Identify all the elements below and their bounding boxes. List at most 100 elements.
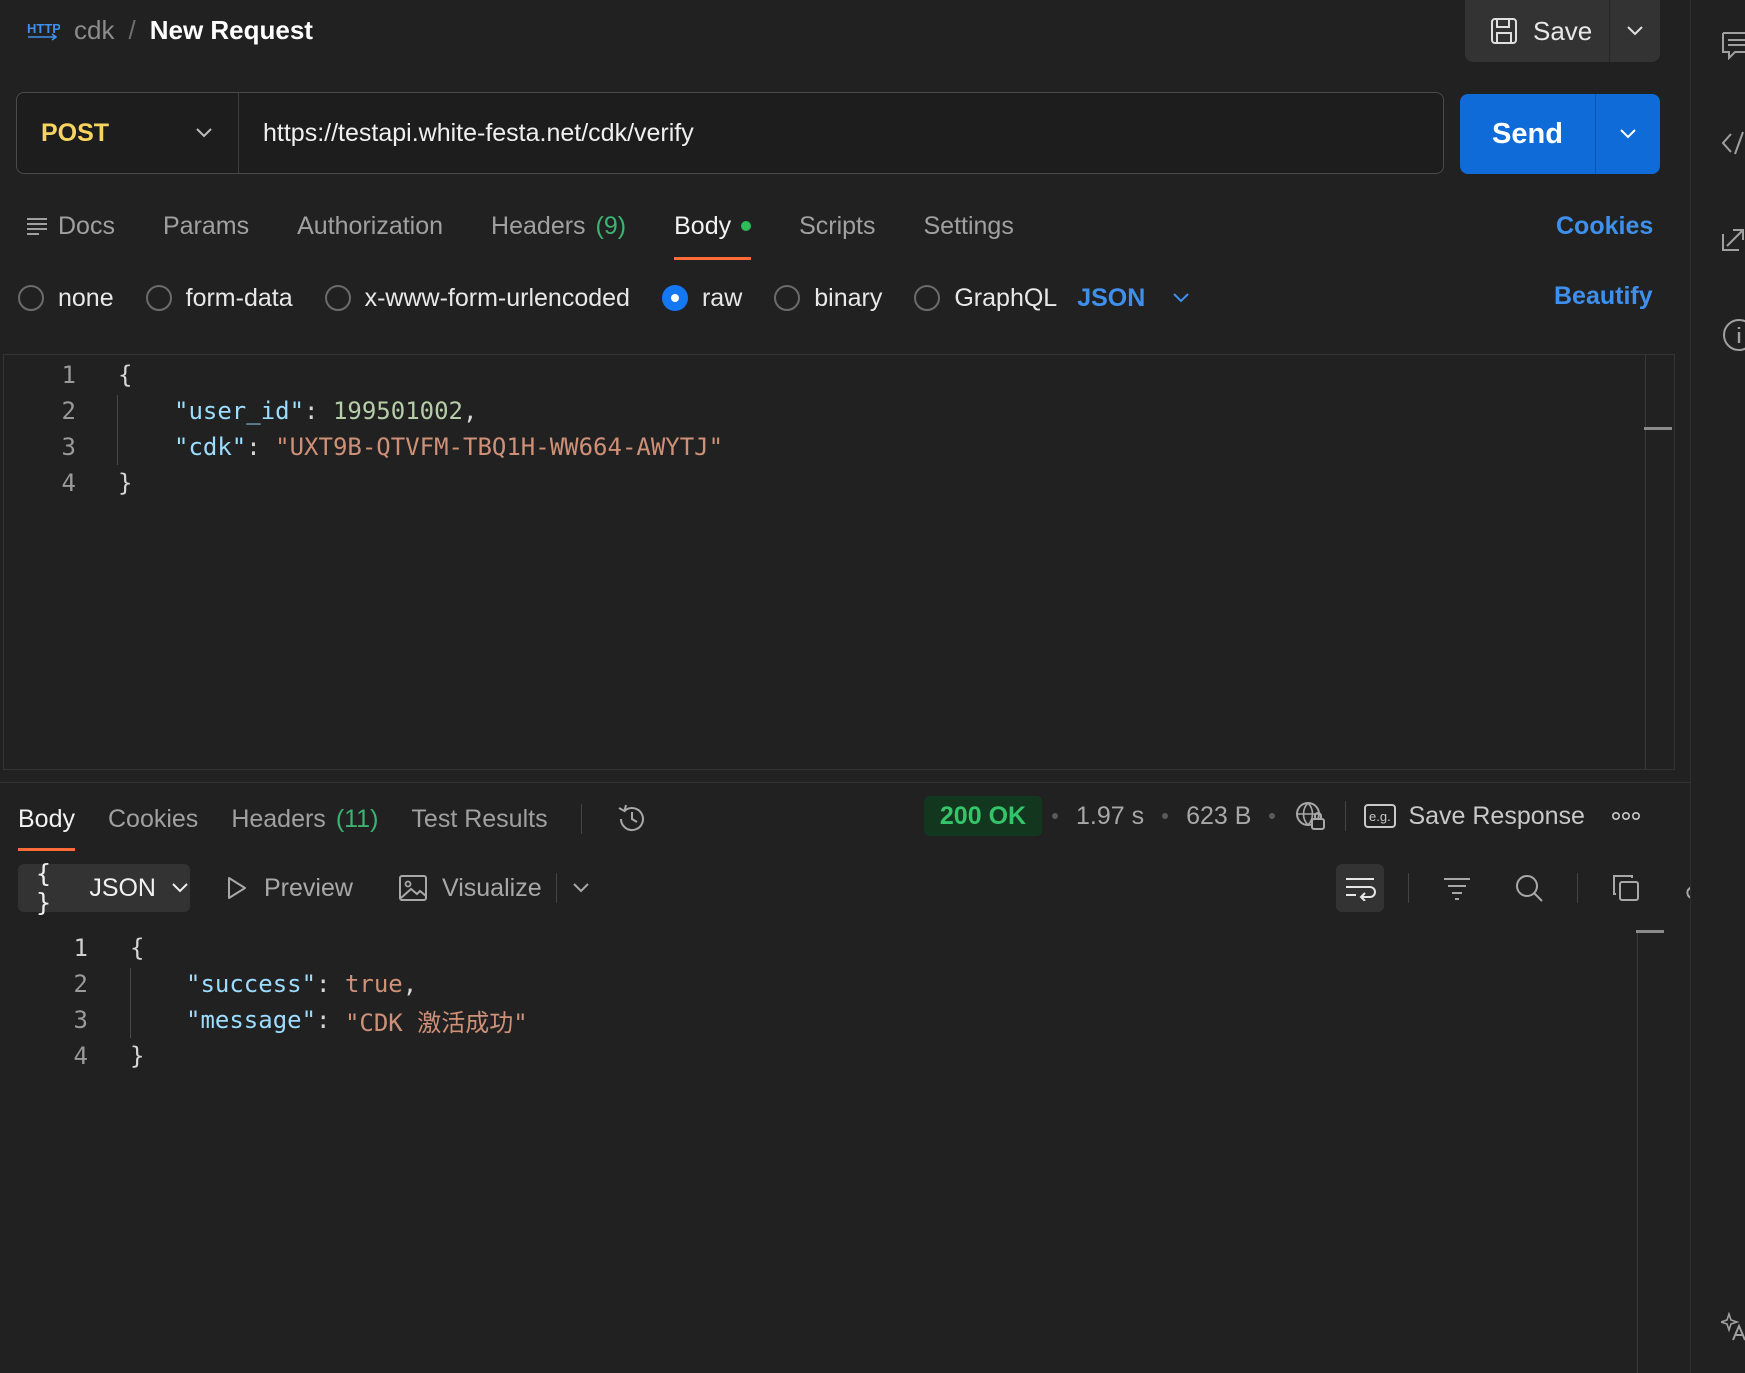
response-divider[interactable] — [0, 782, 1690, 783]
tab-docs-label: Docs — [58, 211, 115, 240]
radio-circle[interactable] — [324, 285, 351, 311]
search-icon — [1514, 873, 1544, 903]
resp-tab-headers[interactable]: Headers (11) — [231, 799, 378, 839]
code-line: "message": "CDK 激活成功" — [186, 1002, 528, 1038]
response-format-select[interactable]: { } JSON — [18, 859, 190, 917]
braces-icon: { } — [36, 859, 54, 917]
radio-circle[interactable] — [18, 285, 44, 311]
tab-params[interactable]: Params — [163, 206, 249, 246]
radio-none[interactable]: none — [18, 284, 114, 313]
divider — [1345, 801, 1347, 831]
url-input[interactable] — [239, 117, 1443, 149]
radio-label: none — [58, 283, 114, 312]
method-select[interactable]: POST — [17, 93, 239, 173]
tab-scripts[interactable]: Scripts — [799, 206, 875, 246]
radio-circle-selected[interactable] — [661, 285, 688, 311]
filter-icon — [1442, 876, 1472, 900]
radio-raw[interactable]: raw — [661, 283, 743, 313]
url-bar: POST — [16, 92, 1444, 174]
json-colon: : — [304, 397, 333, 425]
wrap-lines-button[interactable] — [1336, 864, 1384, 912]
comments-icon[interactable] — [1721, 30, 1745, 60]
response-format-value: JSON — [89, 873, 156, 902]
divider — [1408, 873, 1409, 903]
line-number: 1 — [61, 361, 76, 389]
visualize-options-button[interactable] — [556, 866, 591, 910]
line-number: 3 — [73, 1006, 88, 1034]
visualize-label: Visualize — [442, 873, 542, 902]
filter-button[interactable] — [1433, 864, 1481, 912]
image-icon — [398, 874, 428, 902]
ai-assistant-icon[interactable] — [1721, 1312, 1745, 1342]
resp-tab-test-results-label: Test Results — [411, 804, 548, 833]
radio-graphql[interactable]: GraphQL — [914, 284, 1057, 313]
request-title[interactable]: New Request — [150, 15, 313, 46]
tab-headers[interactable]: Headers (9) — [491, 206, 626, 246]
response-time[interactable]: 1.97 s — [1076, 802, 1144, 831]
breadcrumb-collection[interactable]: cdk — [74, 15, 114, 46]
raw-format-value: JSON — [1077, 283, 1146, 312]
chevron-down-icon — [1625, 25, 1645, 37]
radio-form-data[interactable]: form-data — [145, 284, 293, 313]
tab-authorization[interactable]: Authorization — [297, 206, 443, 246]
json-key: "message" — [186, 1006, 317, 1034]
copy-button[interactable] — [1602, 864, 1650, 912]
docs-lines-icon — [26, 216, 48, 236]
svg-text:HTTP: HTTP — [27, 21, 60, 36]
more-horizontal-icon[interactable] — [1611, 811, 1641, 821]
editor-scrollbar[interactable] — [1645, 355, 1646, 769]
history-icon[interactable] — [615, 802, 649, 836]
tab-params-label: Params — [162, 211, 250, 240]
related-icon[interactable] — [1721, 222, 1745, 252]
copy-icon — [1611, 873, 1641, 903]
send-options-button[interactable] — [1596, 94, 1660, 174]
radio-binary[interactable]: binary — [774, 284, 882, 313]
code-icon[interactable] — [1721, 128, 1745, 158]
cookies-link[interactable]: Cookies — [1556, 212, 1653, 241]
viewer-scrollbar[interactable] — [1637, 930, 1638, 1373]
resp-tab-body[interactable]: Body — [18, 799, 75, 851]
svg-text:e.g.: e.g. — [1369, 809, 1391, 824]
raw-format-select[interactable]: JSON — [1077, 284, 1191, 313]
floppy-disk-icon — [1489, 16, 1519, 46]
json-comma: , — [402, 970, 418, 998]
radio-circle[interactable] — [774, 285, 801, 311]
save-options-button[interactable] — [1610, 0, 1660, 62]
json-brace: } — [130, 1042, 145, 1070]
tab-docs[interactable]: Docs — [26, 206, 115, 246]
line-number: 3 — [61, 433, 76, 461]
radio-circle[interactable] — [914, 285, 941, 311]
radio-urlencoded[interactable]: x-www-form-urlencoded — [324, 283, 630, 313]
radio-label: binary — [814, 283, 883, 312]
send-button[interactable]: Send — [1460, 94, 1596, 174]
globe-lock-icon[interactable] — [1293, 799, 1327, 833]
code-line: { — [130, 930, 144, 966]
resp-tab-cookies[interactable]: Cookies — [108, 799, 198, 839]
save-button[interactable]: Save — [1465, 0, 1610, 62]
response-size[interactable]: 623 B — [1186, 802, 1251, 831]
radio-label: raw — [701, 283, 743, 312]
dot-separator — [1162, 813, 1169, 819]
chevron-down-icon — [1618, 128, 1638, 140]
code-line: "cdk": "UXT9B-QTVFM-TBQ1H-WW664-AWYTJ" — [174, 429, 723, 465]
tab-body[interactable]: Body — [674, 206, 752, 260]
tab-settings[interactable]: Settings — [924, 206, 1014, 246]
status-badge[interactable]: 200 OK — [924, 796, 1042, 836]
tab-headers-label: Headers — [491, 211, 586, 240]
preview-button[interactable]: Preview — [226, 866, 353, 910]
chevron-down-icon — [170, 882, 190, 894]
resp-tab-test-results[interactable]: Test Results — [411, 799, 547, 839]
radio-label: x-www-form-urlencoded — [364, 283, 630, 312]
save-response-button[interactable]: e.g. Save Response — [1364, 802, 1585, 831]
search-button[interactable] — [1505, 864, 1553, 912]
resp-tab-headers-label: Headers — [231, 804, 326, 833]
response-body-viewer[interactable]: 1 2 3 4 { "success": true, "message": "C… — [0, 930, 1666, 1373]
visualize-button[interactable]: Visualize — [398, 866, 542, 910]
radio-circle[interactable] — [145, 285, 172, 311]
response-tabs: Body Cookies Headers (11) Test Results — [18, 796, 649, 851]
info-icon[interactable] — [1721, 318, 1745, 352]
beautify-link[interactable]: Beautify — [1554, 282, 1653, 311]
request-body-editor[interactable]: 1 2 3 4 { "user_id": 199501002, "cdk": "… — [3, 354, 1675, 770]
right-sidebar — [1690, 0, 1745, 1373]
json-brace: { — [130, 934, 145, 962]
